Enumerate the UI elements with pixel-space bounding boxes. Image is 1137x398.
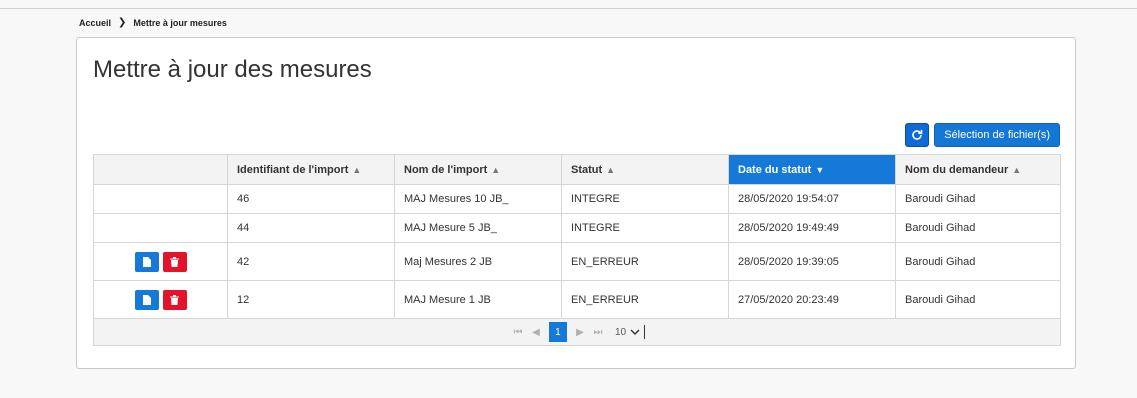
cell-import-id: 44 bbox=[227, 213, 395, 243]
breadcrumb-separator-icon: ❯ bbox=[118, 17, 127, 28]
imports-table: Identifiant de l'import ▲︎ Nom de l'impor… bbox=[93, 154, 1061, 346]
row-actions-cell bbox=[93, 242, 228, 281]
breadcrumb: Accueil ❯ Mettre à jour mesures bbox=[79, 17, 227, 28]
select-files-button[interactable]: Sélection de fichier(s) bbox=[934, 123, 1060, 147]
main-card: Mettre à jour des mesures Sélection de f… bbox=[76, 37, 1076, 369]
pagination-cell: ⏮︎ ◀︎ 1 ▶︎ ⏭︎ 10 bbox=[93, 318, 1061, 346]
cell-status: INTEGRE bbox=[561, 184, 729, 214]
chevron-down-icon bbox=[630, 329, 640, 335]
table-row: 46 MAJ Mesures 10 JB_ INTEGRE 28/05/2020… bbox=[93, 184, 1061, 214]
sort-both-icon[interactable]: ▲︎ bbox=[606, 165, 615, 175]
cell-import-name: MAJ Mesure 5 JB_ bbox=[394, 213, 562, 243]
breadcrumb-home-link[interactable]: Accueil bbox=[79, 18, 111, 28]
paginator: ⏮︎ ◀︎ 1 ▶︎ ⏭︎ 10 bbox=[94, 322, 1060, 342]
sort-both-icon[interactable]: ▲︎ bbox=[491, 165, 500, 175]
page-number-current[interactable]: 1 bbox=[548, 322, 567, 342]
trash-icon bbox=[170, 294, 179, 305]
cursor-caret bbox=[644, 325, 646, 339]
trash-icon bbox=[170, 256, 179, 267]
cell-requester: Baroudi Gihad bbox=[895, 213, 1061, 243]
cell-requester: Baroudi Gihad bbox=[895, 184, 1061, 214]
delete-button[interactable] bbox=[162, 289, 187, 310]
cell-status-date: 28/05/2020 19:49:49 bbox=[728, 213, 896, 243]
view-file-button[interactable] bbox=[134, 289, 159, 310]
table-row: 12 MAJ Mesure 1 JB EN_ERREUR 27/05/2020 … bbox=[93, 280, 1061, 319]
last-page-icon[interactable]: ⏭︎ bbox=[589, 327, 607, 338]
first-page-icon[interactable]: ⏮︎ bbox=[509, 327, 527, 338]
cell-status-date: 28/05/2020 19:39:05 bbox=[728, 242, 896, 281]
view-file-button[interactable] bbox=[134, 251, 159, 272]
cell-status: EN_ERREUR bbox=[561, 280, 729, 319]
sort-both-icon[interactable]: ▲︎ bbox=[1012, 165, 1021, 175]
column-label: Identifiant de l'import bbox=[237, 163, 349, 176]
column-header-status[interactable]: Statut ▲︎ bbox=[561, 154, 729, 185]
toolbar: Sélection de fichier(s) bbox=[905, 123, 1060, 147]
cell-status: INTEGRE bbox=[561, 213, 729, 243]
refresh-icon bbox=[912, 130, 923, 140]
column-label: Statut bbox=[571, 163, 603, 176]
cell-import-name: Maj Mesures 2 JB bbox=[394, 242, 562, 281]
next-page-icon[interactable]: ▶︎ bbox=[571, 327, 589, 338]
delete-button[interactable] bbox=[162, 251, 187, 272]
table-row: 44 MAJ Mesure 5 JB_ INTEGRE 28/05/2020 1… bbox=[93, 213, 1061, 243]
column-header-status-date[interactable]: Date du statut ▼ bbox=[728, 154, 896, 185]
cell-requester: Baroudi Gihad bbox=[895, 242, 1061, 281]
column-header-import-id[interactable]: Identifiant de l'import ▲︎ bbox=[227, 154, 395, 185]
page-size-value: 10 bbox=[614, 326, 627, 338]
row-actions-cell bbox=[93, 184, 228, 214]
row-actions-cell bbox=[93, 280, 228, 319]
cell-requester: Baroudi Gihad bbox=[895, 280, 1061, 319]
column-label: Nom du demandeur bbox=[905, 163, 1009, 176]
previous-page-icon[interactable]: ◀︎ bbox=[527, 327, 545, 338]
file-icon bbox=[142, 256, 151, 267]
page-title: Mettre à jour des mesures bbox=[93, 56, 372, 83]
cell-status: EN_ERREUR bbox=[561, 242, 729, 281]
cell-import-name: MAJ Mesures 10 JB_ bbox=[394, 184, 562, 214]
column-header-requester[interactable]: Nom du demandeur ▲︎ bbox=[895, 154, 1061, 185]
column-header-actions bbox=[93, 154, 228, 185]
sort-desc-icon[interactable]: ▼ bbox=[815, 165, 824, 175]
table-row: 42 Maj Mesures 2 JB EN_ERREUR 28/05/2020… bbox=[93, 242, 1061, 281]
cell-import-id: 42 bbox=[227, 242, 395, 281]
refresh-button[interactable] bbox=[905, 123, 930, 147]
top-divider bbox=[0, 8, 1137, 9]
pagination-row: ⏮︎ ◀︎ 1 ▶︎ ⏭︎ 10 bbox=[93, 318, 1061, 346]
cell-status-date: 27/05/2020 20:23:49 bbox=[728, 280, 896, 319]
file-icon bbox=[142, 294, 151, 305]
column-label: Date du statut bbox=[738, 163, 812, 176]
column-label: Nom de l'import bbox=[404, 163, 488, 176]
row-actions-cell bbox=[93, 213, 228, 243]
cell-import-id: 46 bbox=[227, 184, 395, 214]
cell-import-id: 12 bbox=[227, 280, 395, 319]
cell-import-name: MAJ Mesure 1 JB bbox=[394, 280, 562, 319]
sort-both-icon[interactable]: ▲︎ bbox=[352, 165, 361, 175]
cell-status-date: 28/05/2020 19:54:07 bbox=[728, 184, 896, 214]
column-header-import-name[interactable]: Nom de l'import ▲︎ bbox=[394, 154, 562, 185]
page-size-select[interactable]: 10 bbox=[614, 325, 646, 339]
table-header-row: Identifiant de l'import ▲︎ Nom de l'impor… bbox=[93, 154, 1061, 185]
breadcrumb-current: Mettre à jour mesures bbox=[133, 17, 227, 28]
